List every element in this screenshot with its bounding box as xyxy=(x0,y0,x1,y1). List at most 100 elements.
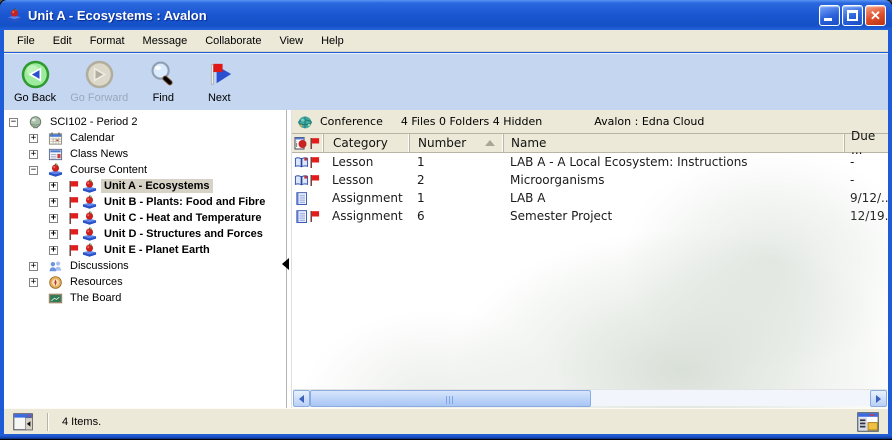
application-window: Unit A - Ecosystems : Avalon ✕ FileEditF… xyxy=(0,0,892,440)
tree-item-label: Class News xyxy=(67,147,131,161)
scroll-right-button[interactable] xyxy=(870,390,887,407)
expand-toggle-icon[interactable]: + xyxy=(49,198,58,207)
tree-item-course-content[interactable]: − Course Content xyxy=(4,162,286,178)
expand-toggle-icon[interactable]: + xyxy=(29,134,38,143)
maximize-button[interactable] xyxy=(842,5,863,26)
icon-columns-header[interactable]: i xyxy=(292,134,323,152)
menu-help[interactable]: Help xyxy=(312,31,353,51)
close-button[interactable]: ✕ xyxy=(865,5,886,26)
scrollbar-track[interactable] xyxy=(310,390,870,406)
number-cell: 1 xyxy=(409,153,503,171)
apple-book-icon xyxy=(81,227,97,242)
calendar-icon xyxy=(47,131,63,146)
assignment-pad-icon xyxy=(292,207,309,225)
menu-file[interactable]: File xyxy=(8,31,44,51)
apple-book-icon xyxy=(81,179,97,194)
conference-label: Conference xyxy=(320,115,383,128)
scroll-left-icon xyxy=(299,395,304,403)
expand-toggle-icon[interactable]: + xyxy=(49,230,58,239)
conference-globe-icon xyxy=(297,114,313,130)
name-cell: LAB A xyxy=(503,189,844,207)
expand-toggle-icon[interactable]: + xyxy=(29,262,38,271)
menu-collaborate[interactable]: Collaborate xyxy=(196,31,270,51)
conference-location: Avalon : Edna Cloud xyxy=(594,115,704,128)
menu-edit[interactable]: Edit xyxy=(44,31,81,51)
discussions-icon xyxy=(47,259,63,274)
tree-item-the-board[interactable]: +The Board xyxy=(4,290,286,306)
tree-item-unit-d-structures-and-forces[interactable]: + Unit D - Structures and Forces xyxy=(4,226,286,242)
next-icon xyxy=(203,58,235,90)
tree-item-discussions[interactable]: + Discussions xyxy=(4,258,286,274)
tree-item-unit-a-ecosystems[interactable]: +Unit A - Ecosystems xyxy=(4,178,286,194)
conference-info-bar: Conference 4 Files 0 Folders 4 Hidden Av… xyxy=(292,110,888,134)
collapse-toggle-icon[interactable]: − xyxy=(29,166,38,175)
collapse-toggle-icon[interactable]: − xyxy=(9,118,18,127)
category-cell: Assignment xyxy=(323,207,409,225)
tree-item-unit-c-heat-and-temperature[interactable]: + Unit C - Heat and Temperature xyxy=(4,210,286,226)
menu-format[interactable]: Format xyxy=(81,31,134,51)
class-globe-icon xyxy=(27,115,43,130)
table-row-microorganisms[interactable]: Lesson2Microorganisms- xyxy=(292,171,888,189)
column-name[interactable]: Name xyxy=(503,134,844,152)
tree-item-label: Unit D - Structures and Forces xyxy=(101,227,266,241)
scroll-left-button[interactable] xyxy=(293,390,310,407)
flag-column-icon xyxy=(309,137,320,150)
category-cell: Lesson xyxy=(323,171,409,189)
menu-view[interactable]: View xyxy=(270,31,312,51)
sort-ascending-icon xyxy=(485,140,495,146)
table-row-lab-a-a-local-ecosystem-instructions[interactable]: Lesson1LAB A - A Local Ecosystem: Instru… xyxy=(292,153,888,171)
find-button[interactable]: Find xyxy=(142,58,184,104)
title-bar[interactable]: Unit A - Ecosystems : Avalon ✕ xyxy=(0,0,892,30)
maximize-icon xyxy=(847,10,858,21)
go-back-button[interactable]: Go Back xyxy=(14,58,56,104)
horizontal-scrollbar[interactable] xyxy=(293,389,887,406)
toolbar: Go BackGo ForwardFindNext xyxy=(4,53,888,110)
next-button[interactable]: Next xyxy=(198,58,240,104)
due-date-cell: 12/19... xyxy=(844,207,888,225)
column-category[interactable]: Category xyxy=(323,134,409,152)
expand-toggle-icon[interactable]: + xyxy=(49,246,58,255)
table-row-lab-a[interactable]: Assignment1LAB A9/12/... xyxy=(292,189,888,207)
table-row-semester-project[interactable]: Assignment6Semester Project12/19... xyxy=(292,207,888,225)
split-view-icon[interactable] xyxy=(13,413,34,431)
scrollbar-thumb[interactable] xyxy=(310,390,591,407)
tree-item-label: Calendar xyxy=(67,131,118,145)
go-back-icon xyxy=(19,58,51,90)
item-count-text: 4 Items. xyxy=(62,416,101,428)
tree-item-sci102-period-2[interactable]: − SCI102 - Period 2 xyxy=(4,114,286,130)
column-number[interactable]: Number xyxy=(409,134,503,152)
file-list-body: Lesson1LAB A - A Local Ecosystem: Instru… xyxy=(292,153,888,225)
minimize-button[interactable] xyxy=(819,5,840,26)
tree-item-label: Resources xyxy=(67,275,126,289)
expand-toggle-icon[interactable]: + xyxy=(29,278,38,287)
view-layout-icon[interactable] xyxy=(857,412,879,432)
tree-item-unit-e-planet-earth[interactable]: +Unit E - Planet Earth xyxy=(4,242,286,258)
expand-toggle-icon[interactable]: + xyxy=(49,214,58,223)
name-cell: LAB A - A Local Ecosystem: Instructions xyxy=(503,153,844,171)
number-cell: 1 xyxy=(409,189,503,207)
scroll-right-icon xyxy=(876,395,881,403)
tree-item-label: Discussions xyxy=(67,259,132,273)
flag-icon xyxy=(309,207,323,225)
tree-item-label: Unit C - Heat and Temperature xyxy=(101,211,265,225)
tree-item-label: SCI102 - Period 2 xyxy=(47,115,140,129)
find-icon xyxy=(147,58,179,90)
expand-toggle-icon[interactable]: + xyxy=(49,182,58,191)
name-cell: Semester Project xyxy=(503,207,844,225)
tree-item-class-news[interactable]: + Class News xyxy=(4,146,286,162)
assignment-pad-icon xyxy=(292,189,309,207)
expand-toggle-icon[interactable]: + xyxy=(29,150,38,159)
course-tree: − SCI102 - Period 2 + Calendar + Class News − C… xyxy=(4,110,287,408)
column-due[interactable]: Due ... xyxy=(844,134,888,152)
tree-item-calendar[interactable]: + Calendar xyxy=(4,130,286,146)
board-icon xyxy=(47,291,63,306)
tree-item-label: Course Content xyxy=(67,163,150,177)
toolbar-button-label: Next xyxy=(208,92,231,104)
window-title: Unit A - Ecosystems : Avalon xyxy=(28,8,819,23)
column-header-row: i Category Number Name Due ... xyxy=(292,134,888,153)
menu-message[interactable]: Message xyxy=(134,31,197,51)
splitter-collapse-arrow[interactable] xyxy=(282,258,289,270)
tree-item-resources[interactable]: + Resources xyxy=(4,274,286,290)
go-forward-icon xyxy=(83,58,115,90)
tree-item-unit-b-plants-food-and-fibre[interactable]: +Unit B - Plants: Food and Fibre xyxy=(4,194,286,210)
